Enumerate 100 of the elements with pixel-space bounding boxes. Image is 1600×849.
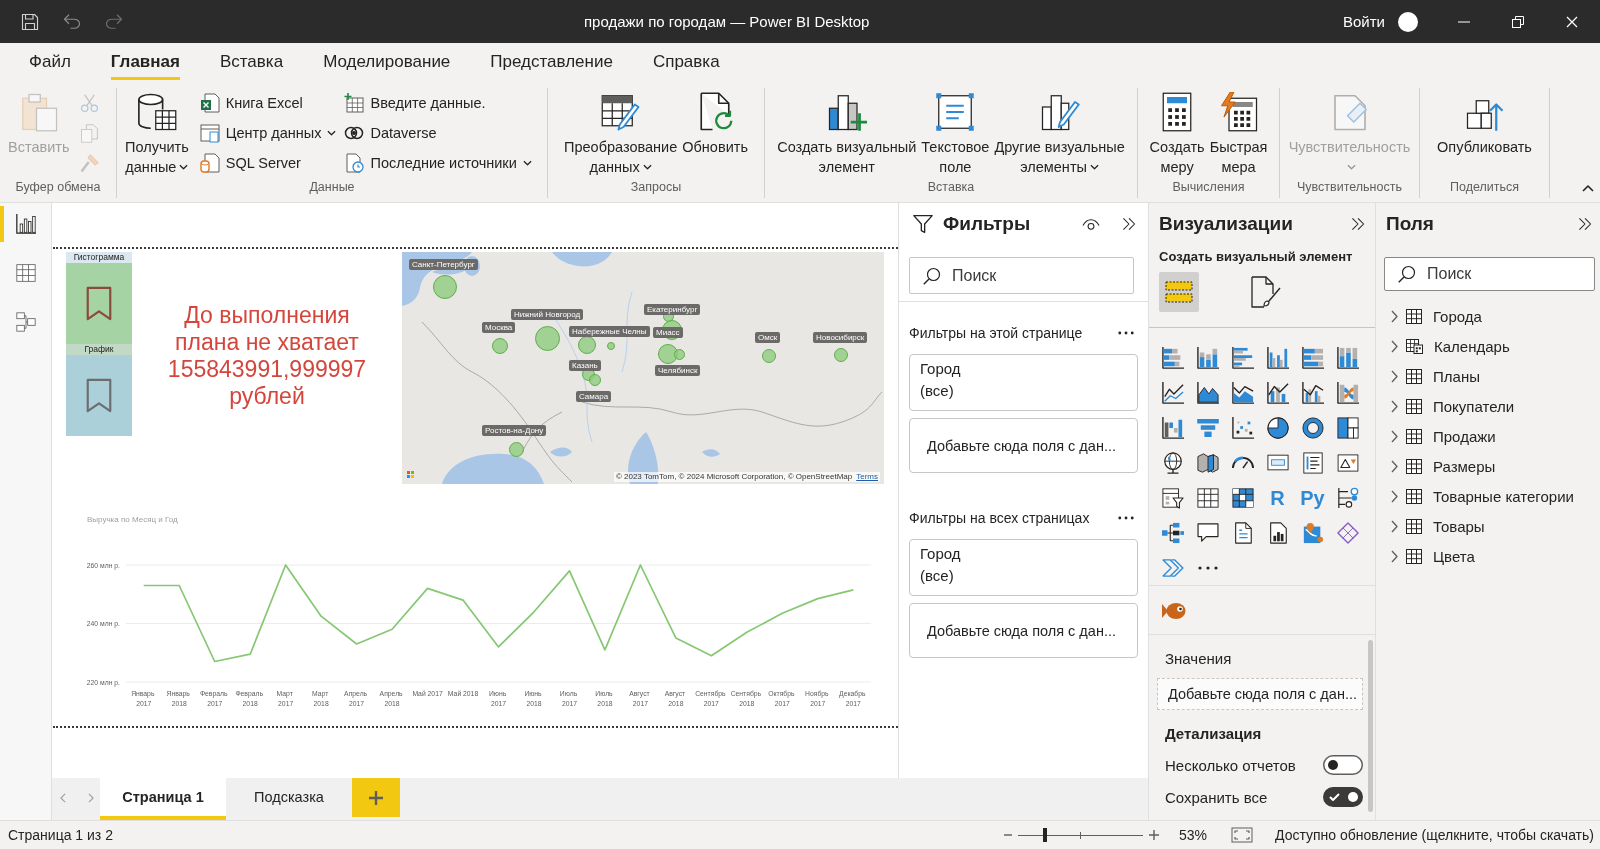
- drop-zone[interactable]: Добавьте сюда поля с дан...: [909, 603, 1138, 658]
- ribbon-button[interactable]: Dataverse: [344, 118, 532, 148]
- ribbon-button[interactable]: Преобразование данных: [562, 88, 680, 177]
- area-chart-icon[interactable]: [1196, 381, 1219, 404]
- ribbon-button[interactable]: Создать визуальный элемент: [775, 88, 919, 177]
- tree-item[interactable]: Календарь: [1376, 331, 1600, 361]
- kpi-icon[interactable]: [1336, 453, 1359, 472]
- speech-bubble-icon[interactable]: [1196, 523, 1219, 542]
- ribbon-button[interactable]: Введите данные.: [344, 88, 532, 118]
- slider-thumb[interactable]: [1043, 828, 1048, 842]
- tree-item[interactable]: Планы: [1376, 361, 1600, 391]
- ribbon-button[interactable]: Быстрая мера: [1207, 88, 1270, 177]
- ribbon-chart-icon[interactable]: [1336, 381, 1359, 404]
- clustered-bar-chart-icon[interactable]: [1231, 346, 1254, 369]
- chevrons-icon[interactable]: [1161, 558, 1184, 577]
- double-chevron-icon[interactable]: [1122, 217, 1136, 231]
- funnel-chart-icon[interactable]: [1196, 418, 1219, 437]
- chevron-up-icon[interactable]: [1582, 185, 1594, 192]
- more-icon[interactable]: [1118, 516, 1134, 520]
- user-avatar[interactable]: [1398, 11, 1418, 32]
- stacked-column-chart-icon[interactable]: [1196, 346, 1219, 369]
- bookmark-button[interactable]: Гистограмма: [66, 252, 132, 344]
- menu-tab[interactable]: Справка: [652, 43, 720, 80]
- page-tab[interactable]: Подсказка: [226, 778, 352, 820]
- redo-icon[interactable]: [105, 14, 123, 29]
- ribbon-button[interactable]: SQL Server: [199, 148, 337, 178]
- pie-chart-icon[interactable]: [1266, 416, 1289, 439]
- search-field[interactable]: Поиск: [909, 257, 1134, 294]
- menu-tab[interactable]: Моделирование: [323, 43, 451, 80]
- filter-card[interactable]: Город (все): [909, 354, 1138, 411]
- double-chevron-icon[interactable]: [1578, 217, 1592, 231]
- bookmark-button[interactable]: График: [66, 344, 132, 436]
- tree-item[interactable]: Цвета: [1376, 541, 1600, 571]
- scatter-chart-icon[interactable]: [1231, 416, 1254, 439]
- line-clustered-column-chart-icon[interactable]: [1301, 381, 1324, 404]
- multi-row-card-icon[interactable]: [1301, 451, 1324, 474]
- percent-stacked-bar-chart-icon[interactable]: [1301, 346, 1324, 369]
- tree-item[interactable]: Города: [1376, 301, 1600, 331]
- floppy-disk-icon[interactable]: [21, 12, 39, 31]
- more-icon[interactable]: [1118, 331, 1134, 335]
- ribbon-button[interactable]: Создать меру: [1147, 88, 1207, 177]
- map-pin-icon[interactable]: [1301, 521, 1324, 544]
- tree-item[interactable]: Товарные категории: [1376, 481, 1600, 511]
- gauge-icon[interactable]: [1231, 456, 1254, 469]
- percent-stacked-column-chart-icon[interactable]: [1336, 346, 1359, 369]
- double-chevron-icon[interactable]: [1351, 217, 1365, 231]
- table-visual-icon[interactable]: [1196, 486, 1219, 509]
- terms-link[interactable]: Terms: [856, 472, 878, 481]
- eye-icon[interactable]: [1082, 218, 1100, 230]
- decomposition-tree-icon[interactable]: [1161, 521, 1184, 544]
- ribbon-button[interactable]: Опубликовать: [1435, 88, 1534, 157]
- ribbon-button[interactable]: Текстовое поле: [919, 88, 992, 177]
- treemap-icon[interactable]: [1336, 416, 1359, 439]
- more-icon[interactable]: [1196, 565, 1219, 570]
- stacked-area-chart-icon[interactable]: [1231, 381, 1254, 404]
- minimize-icon[interactable]: [1458, 20, 1470, 23]
- close-icon[interactable]: [1566, 15, 1578, 28]
- menu-tab[interactable]: Файл: [29, 43, 71, 80]
- frame-corners-icon[interactable]: [1231, 827, 1253, 843]
- toggle-switch[interactable]: [1323, 787, 1363, 807]
- line-column-chart-icon[interactable]: [1266, 381, 1289, 404]
- tree-item[interactable]: Продажи: [1376, 421, 1600, 451]
- menu-tab[interactable]: Вставка: [219, 43, 284, 80]
- clustered-column-chart-icon[interactable]: [1266, 346, 1289, 369]
- key-influencers-icon[interactable]: [1336, 486, 1359, 509]
- scrollbar[interactable]: [1368, 640, 1373, 812]
- add-page-button[interactable]: [352, 778, 400, 817]
- filled-map-icon[interactable]: [1196, 451, 1219, 474]
- menu-tab[interactable]: Представление: [490, 43, 613, 80]
- plus-icon[interactable]: [1149, 830, 1159, 840]
- drop-zone[interactable]: Добавьте сюда поля с дан...: [909, 418, 1138, 473]
- drop-zone[interactable]: Добавьте сюда поля с дан...: [1157, 678, 1363, 710]
- ribbon-button[interactable]: Книга Excel: [199, 88, 337, 118]
- stacked-bar-chart-icon[interactable]: [1161, 346, 1184, 369]
- restore-icon[interactable]: [1512, 15, 1524, 28]
- update-link[interactable]: Доступно обновление (щелкните, чтобы скачать): [1275, 827, 1594, 843]
- ribbon-button[interactable]: Центр данных: [199, 118, 337, 148]
- donut-chart-icon[interactable]: [1301, 416, 1324, 439]
- ribbon-button[interactable]: Последние источники: [344, 148, 532, 178]
- tree-item[interactable]: Размеры: [1376, 451, 1600, 481]
- fish-icon[interactable]: [1162, 600, 1186, 620]
- card-icon[interactable]: [1266, 454, 1289, 471]
- ribbon-button[interactable]: Получить данные: [123, 88, 191, 177]
- waterfall-chart-icon[interactable]: [1161, 416, 1184, 439]
- zoom-slider[interactable]: [1018, 828, 1143, 842]
- tree-item[interactable]: Товары: [1376, 511, 1600, 541]
- sign-in-button[interactable]: Войти: [1343, 13, 1385, 30]
- undo-icon[interactable]: [63, 14, 81, 29]
- matrix-visual-icon[interactable]: [1231, 486, 1254, 509]
- diamond-icon[interactable]: [1336, 521, 1359, 544]
- globe-icon[interactable]: [1161, 451, 1184, 474]
- filter-card[interactable]: Город (все): [909, 539, 1138, 596]
- page-tab[interactable]: Страница 1: [100, 778, 226, 820]
- toggle-switch[interactable]: [1323, 755, 1363, 775]
- tree-item[interactable]: Покупатели: [1376, 391, 1600, 421]
- line-chart-icon[interactable]: [1161, 381, 1184, 404]
- ribbon-button[interactable]: Обновить: [680, 88, 750, 157]
- slicer-icon[interactable]: [1161, 486, 1184, 509]
- search-field[interactable]: Поиск: [1384, 257, 1595, 291]
- ribbon-button[interactable]: Другие визуальные элементы: [992, 88, 1127, 177]
